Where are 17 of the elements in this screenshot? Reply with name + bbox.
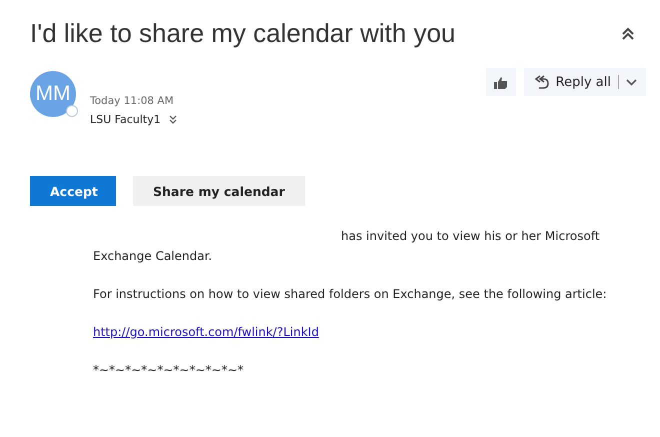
chevron-down-icon[interactable] — [626, 78, 637, 86]
expand-icon[interactable] — [168, 115, 177, 124]
article-link[interactable]: http://go.microsoft.com/fwlink/?LinkId — [93, 325, 319, 339]
share-calendar-button[interactable]: Share my calendar — [133, 176, 305, 206]
email-subject: I'd like to share my calendar with you — [30, 18, 456, 49]
reply-all-icon — [532, 74, 549, 90]
message-time: Today 11:08 AM — [90, 95, 175, 107]
signature-text: *~*~*~*~*~*~*~*~*~* — [93, 362, 244, 379]
thumbs-up-icon — [494, 76, 508, 88]
presence-icon — [66, 105, 78, 117]
recipient-name: LSU Faculty1 — [90, 113, 161, 126]
reply-all-button[interactable]: Reply all — [524, 68, 646, 96]
accept-button[interactable]: Accept — [30, 176, 116, 206]
like-button[interactable] — [486, 68, 516, 96]
sender-avatar: MM — [30, 71, 76, 117]
instructions-text: For instructions on how to view shared folders on Exchange, see the following article: — [93, 286, 608, 303]
invitation-text: has invited you to view his or her Microsoft Exchange Calendar. — [93, 228, 601, 265]
